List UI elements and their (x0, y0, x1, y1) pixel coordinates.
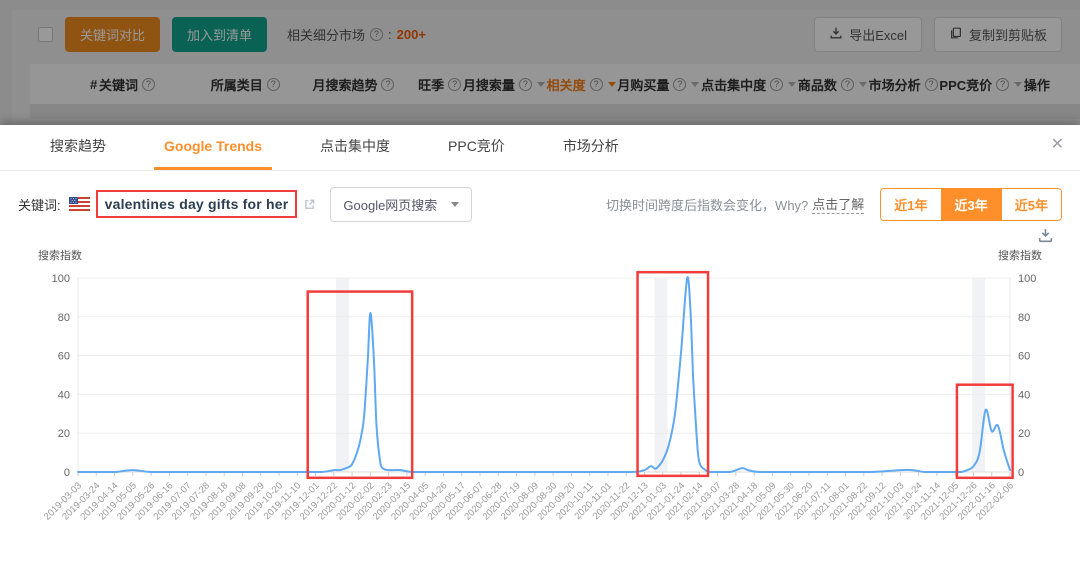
search-type-select[interactable]: Google网页搜索 (330, 187, 472, 222)
time-range-group: 近1年近3年近5年 (880, 188, 1062, 221)
download-chart-icon[interactable] (1037, 227, 1054, 245)
keyword-label: 关键词: (18, 195, 61, 214)
tab-ppc竞价[interactable]: PPC竞价 (438, 125, 515, 170)
year-band (655, 278, 668, 472)
trends-chart[interactable]: 002020404060608080100100搜索指数搜索指数2019-03-… (0, 245, 1080, 545)
google-trends-panel: 搜索趋势 Google Trends 点击集中度 PPC竞价市场分析 ✕ 关键词: va… (0, 125, 1080, 561)
y-axis-tick-right: 80 (1018, 312, 1030, 324)
y-axis-tick-left: 0 (64, 467, 70, 479)
tab-点击集中度[interactable]: 点击集中度 (310, 125, 400, 170)
y-axis-tick-left: 80 (58, 312, 70, 324)
year-band (336, 278, 349, 472)
y-axis-tick-right: 0 (1018, 467, 1024, 479)
range-button-近1年[interactable]: 近1年 (881, 189, 940, 220)
tab-google-trends[interactable]: Google Trends (154, 125, 272, 170)
trend-line (78, 277, 1010, 472)
y-axis-tick-left: 20 (58, 428, 70, 440)
trends-chart-area: 002020404060608080100100搜索指数搜索指数2019-03-… (0, 245, 1080, 545)
y-axis-tick-left: 40 (58, 389, 70, 401)
y-axis-tick-right: 20 (1018, 428, 1030, 440)
tab-市场分析[interactable]: 市场分析 (553, 125, 629, 170)
us-flag-icon (69, 197, 90, 211)
background-table-section: 关键词对比 加入到清单 相关细分市场 ? : 200+ 导出Excel 复制到剪… (0, 0, 1080, 125)
highlight-box (308, 292, 412, 478)
y-axis-tick-left: 60 (58, 351, 70, 363)
modal-dim-overlay (0, 0, 1080, 125)
keyword-highlight-box: valentines day gifts for her (96, 190, 298, 218)
tab-搜索趋势[interactable]: 搜索趋势 (40, 125, 116, 170)
range-button-近3年[interactable]: 近3年 (941, 189, 1001, 220)
chart-download-row (0, 221, 1080, 245)
y-axis-tick-left: 100 (52, 273, 70, 285)
keyword-value: valentines day gifts for her (105, 196, 289, 212)
close-icon[interactable]: ✕ (1051, 137, 1064, 153)
external-link-icon[interactable] (303, 198, 316, 211)
year-band (972, 278, 985, 472)
y-axis-title-left: 搜索指数 (38, 248, 82, 262)
y-axis-tick-right: 100 (1018, 273, 1036, 285)
panel-tabs: 搜索趋势 Google Trends 点击集中度 PPC竞价市场分析 ✕ (0, 125, 1080, 171)
learn-more-link[interactable]: 点击了解 (812, 194, 864, 214)
timespan-hint-text: 切换时间跨度后指数会变化，Why? (606, 195, 808, 214)
chart-controls-row: 关键词: valentines day gifts for her Google… (18, 187, 1062, 221)
y-axis-title-right: 搜索指数 (998, 248, 1042, 262)
range-button-近5年[interactable]: 近5年 (1001, 189, 1061, 220)
chevron-down-icon (451, 202, 459, 207)
y-axis-tick-right: 60 (1018, 351, 1030, 363)
y-axis-tick-right: 40 (1018, 389, 1030, 401)
search-type-value: Google网页搜索 (343, 195, 437, 214)
timespan-hint: 切换时间跨度后指数会变化，Why? 点击了解 (606, 194, 864, 214)
